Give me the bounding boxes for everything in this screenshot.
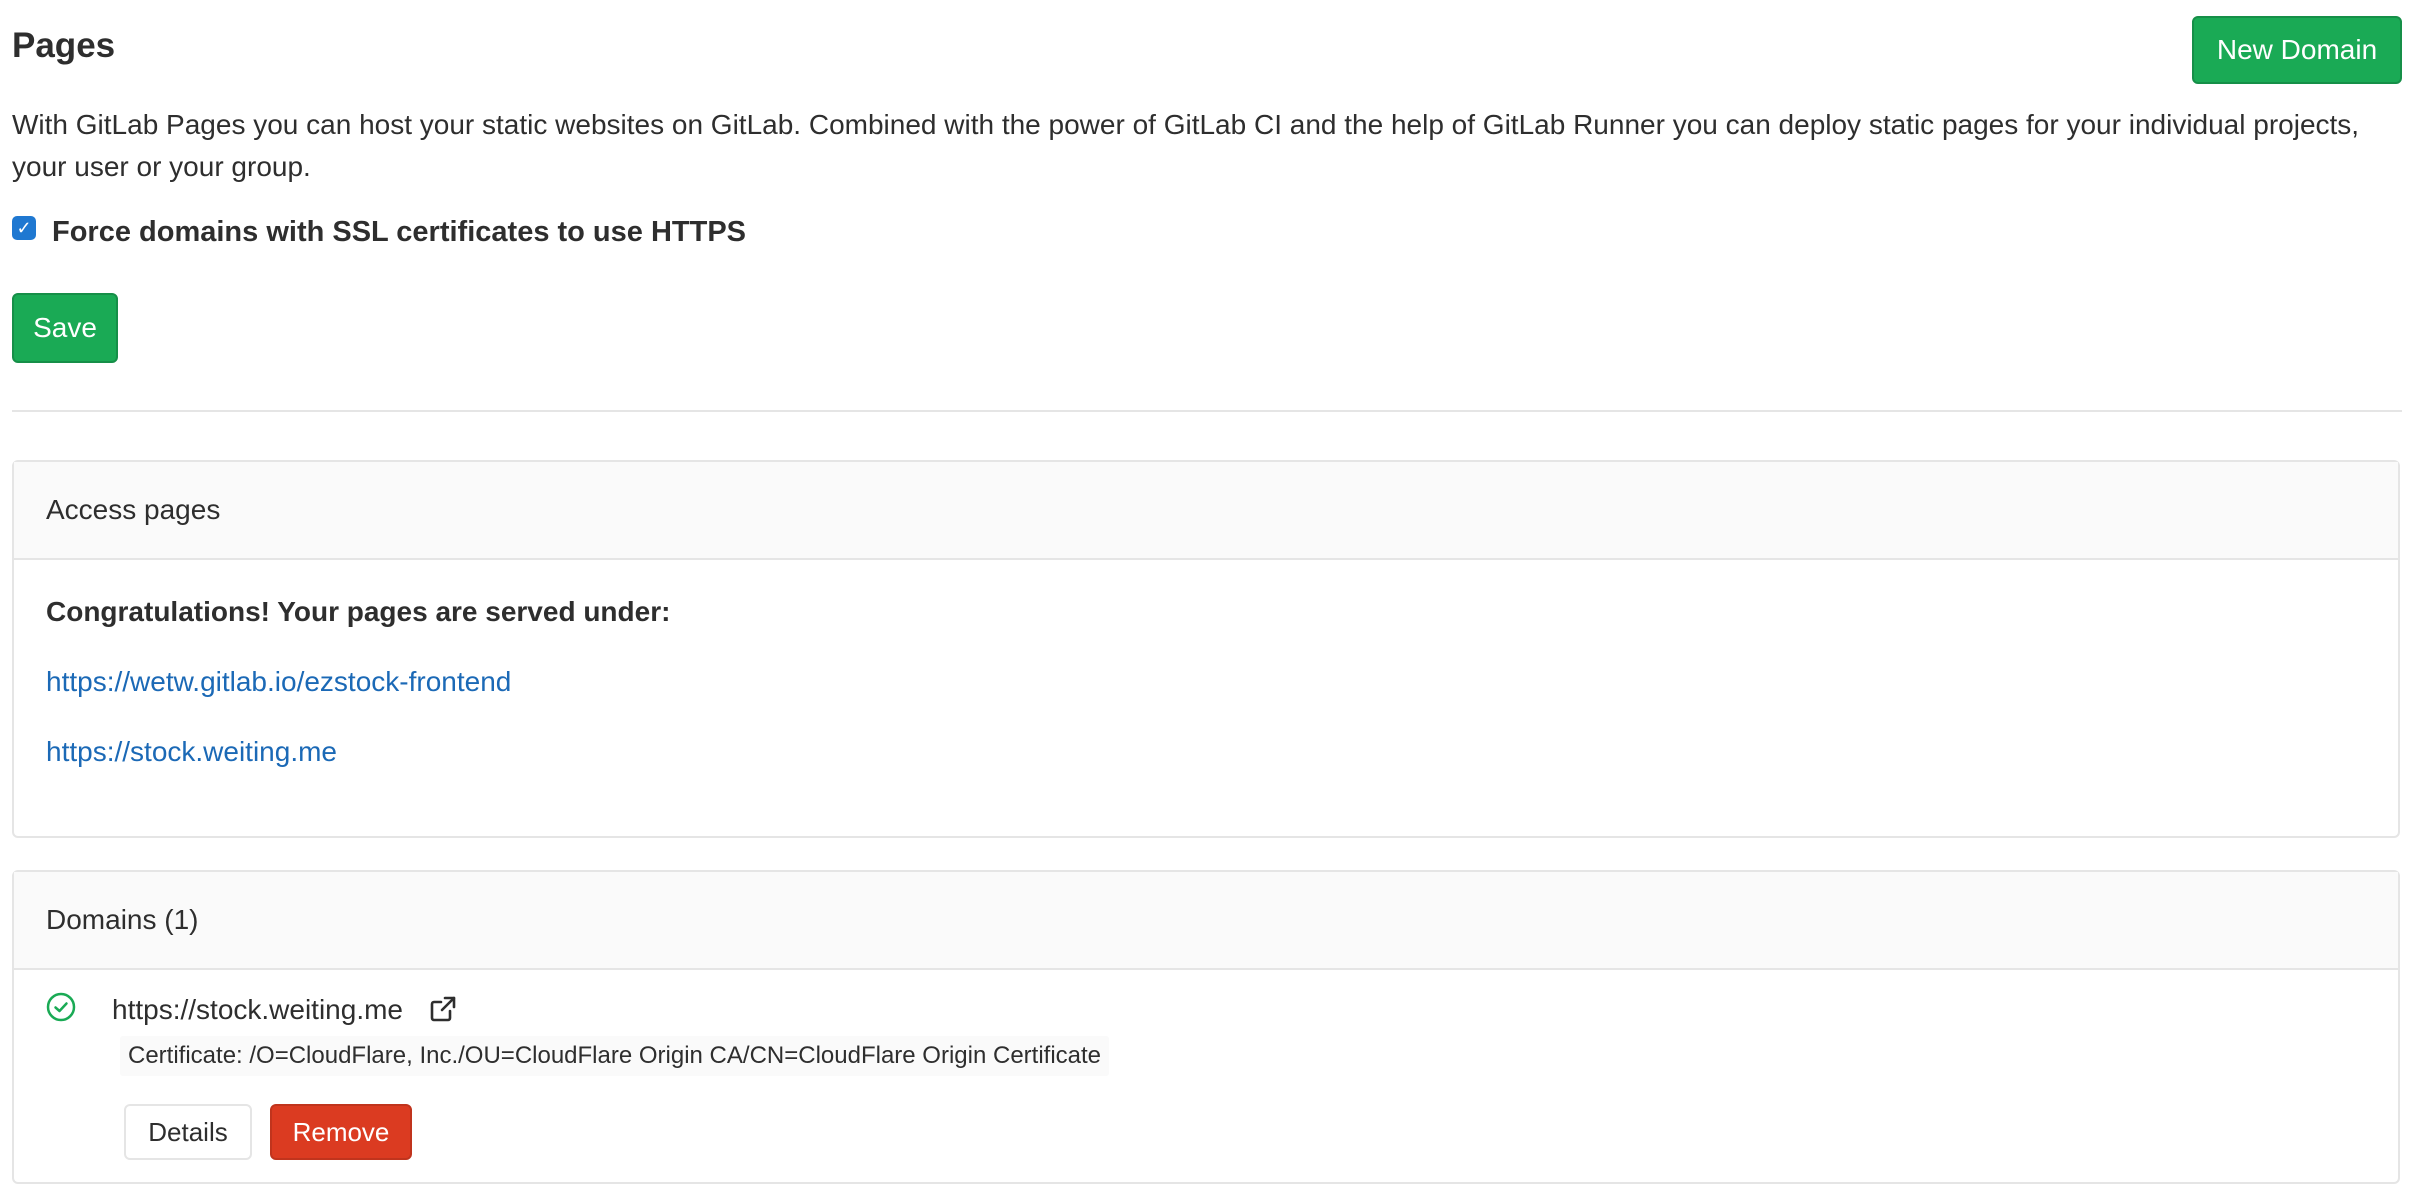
new-domain-button[interactable]: New Domain	[2192, 16, 2402, 84]
https-setting: ✓ Force domains with SSL certificates to…	[12, 216, 746, 266]
force-https-label[interactable]: Force domains with SSL certificates to u…	[52, 209, 746, 255]
details-button[interactable]: Details	[124, 1104, 252, 1160]
access-pages-header: Access pages	[14, 462, 2398, 560]
access-pages-card: Access pages Congratulations! Your pages…	[12, 460, 2400, 838]
page-title: Pages	[12, 26, 116, 65]
pages-link-custom-domain[interactable]: https://stock.weiting.me	[46, 736, 337, 768]
remove-button[interactable]: Remove	[270, 1104, 412, 1160]
external-link-icon[interactable]	[428, 994, 458, 1024]
checkmark-icon: ✓	[16, 218, 32, 238]
divider	[12, 410, 2402, 412]
check-circle-icon	[46, 992, 76, 1022]
congrats-text: Congratulations! Your pages are served u…	[46, 596, 671, 627]
pages-settings: Pages New Domain With GitLab Pages you c…	[12, 0, 2402, 1184]
domain-name: https://stock.weiting.me	[112, 994, 404, 1025]
domains-card: Domains (1) https://stock.weiting.me Cer…	[12, 870, 2400, 1184]
intro-text: With GitLab Pages you can host your stat…	[12, 109, 2360, 182]
header-row: Pages New Domain	[12, 0, 2402, 100]
domains-header: Domains (1)	[14, 872, 2398, 970]
save-button[interactable]: Save	[12, 293, 118, 363]
force-https-checkbox[interactable]: ✓	[12, 216, 36, 240]
certificate-info: Certificate: /O=CloudFlare, Inc./OU=Clou…	[120, 1036, 1110, 1076]
pages-link-gitlab-io[interactable]: https://wetw.gitlab.io/ezstock-frontend	[46, 666, 511, 698]
